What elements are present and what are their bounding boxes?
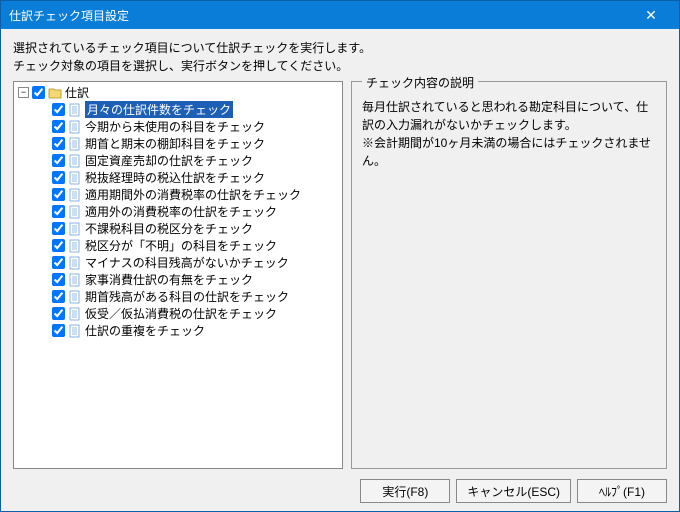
button-row: 実行(F8) キャンセル(ESC) ﾍﾙﾌﾟ(F1) bbox=[13, 469, 667, 503]
item-label[interactable]: 税区分が「不明」の科目をチェック bbox=[85, 237, 277, 254]
file-icon bbox=[68, 307, 82, 321]
tree-item[interactable]: 今期から未使用の科目をチェック bbox=[52, 118, 342, 135]
dialog-window: 仕訳チェック項目設定 ✕ 選択されているチェック項目について仕訳チェックを実行し… bbox=[0, 0, 680, 512]
item-checkbox[interactable] bbox=[52, 273, 65, 286]
item-label[interactable]: 仕訳の重複をチェック bbox=[85, 322, 205, 339]
item-label[interactable]: 適用期間外の消費税率の仕訳をチェック bbox=[85, 186, 301, 203]
item-checkbox[interactable] bbox=[52, 256, 65, 269]
tree-item[interactable]: 適用外の消費税率の仕訳をチェック bbox=[52, 203, 342, 220]
item-checkbox[interactable] bbox=[52, 137, 65, 150]
cancel-button[interactable]: キャンセル(ESC) bbox=[456, 479, 571, 503]
tree-item[interactable]: 家事消費仕訳の有無をチェック bbox=[52, 271, 342, 288]
file-icon bbox=[68, 137, 82, 151]
tree-item[interactable]: 期首と期末の棚卸科目をチェック bbox=[52, 135, 342, 152]
item-label[interactable]: 不課税科目の税区分をチェック bbox=[85, 220, 253, 237]
tree-item[interactable]: 仕訳の重複をチェック bbox=[52, 322, 342, 339]
dialog-body: 選択されているチェック項目について仕訳チェックを実行します。 チェック対象の項目… bbox=[1, 29, 679, 511]
item-label[interactable]: 期首残高がある科目の仕訳をチェック bbox=[85, 288, 289, 305]
item-label[interactable]: 今期から未使用の科目をチェック bbox=[85, 118, 265, 135]
tree-item[interactable]: 月々の仕訳件数をチェック bbox=[52, 101, 342, 118]
item-checkbox[interactable] bbox=[52, 103, 65, 116]
description-line-2: チェック対象の項目を選択し、実行ボタンを押してください。 bbox=[13, 57, 667, 75]
item-checkbox[interactable] bbox=[52, 205, 65, 218]
explanation-text: 毎月仕訳されていると思われる勘定科目について、仕訳の入力漏れがないかチェックしま… bbox=[362, 98, 656, 170]
folder-icon bbox=[48, 86, 62, 100]
check-item-tree[interactable]: − 仕訳 月々の仕訳件数をチェック今期から未使用の科目をチェック期首と期末の棚卸… bbox=[13, 81, 343, 469]
tree-item[interactable]: 固定資産売却の仕訳をチェック bbox=[52, 152, 342, 169]
file-icon bbox=[68, 171, 82, 185]
file-icon bbox=[68, 290, 82, 304]
help-button[interactable]: ﾍﾙﾌﾟ(F1) bbox=[577, 479, 667, 503]
description: 選択されているチェック項目について仕訳チェックを実行します。 チェック対象の項目… bbox=[13, 39, 667, 75]
item-label[interactable]: 月々の仕訳件数をチェック bbox=[85, 101, 233, 118]
file-icon bbox=[68, 120, 82, 134]
root-label[interactable]: 仕訳 bbox=[65, 84, 89, 101]
file-icon bbox=[68, 103, 82, 117]
item-checkbox[interactable] bbox=[52, 239, 65, 252]
item-checkbox[interactable] bbox=[52, 222, 65, 235]
item-label[interactable]: 仮受／仮払消費税の仕訳をチェック bbox=[85, 305, 277, 322]
tree-item[interactable]: 税抜経理時の税込仕訳をチェック bbox=[52, 169, 342, 186]
tree-item[interactable]: 仮受／仮払消費税の仕訳をチェック bbox=[52, 305, 342, 322]
item-label[interactable]: 適用外の消費税率の仕訳をチェック bbox=[85, 203, 277, 220]
item-checkbox[interactable] bbox=[52, 120, 65, 133]
file-icon bbox=[68, 188, 82, 202]
file-icon bbox=[68, 273, 82, 287]
file-icon bbox=[68, 205, 82, 219]
window-title: 仕訳チェック項目設定 bbox=[9, 7, 129, 24]
file-icon bbox=[68, 256, 82, 270]
close-icon: ✕ bbox=[645, 7, 657, 24]
main-row: − 仕訳 月々の仕訳件数をチェック今期から未使用の科目をチェック期首と期末の棚卸… bbox=[13, 81, 667, 469]
expand-toggle-icon[interactable]: − bbox=[18, 87, 29, 98]
tree-item[interactable]: 税区分が「不明」の科目をチェック bbox=[52, 237, 342, 254]
titlebar: 仕訳チェック項目設定 ✕ bbox=[1, 1, 679, 29]
file-icon bbox=[68, 239, 82, 253]
explanation-line-2: ※会計期間が10ヶ月未満の場合にはチェックされません。 bbox=[362, 134, 656, 170]
explanation-line-1: 毎月仕訳されていると思われる勘定科目について、仕訳の入力漏れがないかチェックしま… bbox=[362, 98, 656, 134]
tree-item[interactable]: マイナスの科目残高がないかチェック bbox=[52, 254, 342, 271]
root-checkbox[interactable] bbox=[32, 86, 45, 99]
item-label[interactable]: 固定資産売却の仕訳をチェック bbox=[85, 152, 253, 169]
item-checkbox[interactable] bbox=[52, 307, 65, 320]
file-icon bbox=[68, 154, 82, 168]
tree-item[interactable]: 適用期間外の消費税率の仕訳をチェック bbox=[52, 186, 342, 203]
description-line-1: 選択されているチェック項目について仕訳チェックを実行します。 bbox=[13, 39, 667, 57]
explanation-fieldset: チェック内容の説明 毎月仕訳されていると思われる勘定科目について、仕訳の入力漏れ… bbox=[351, 81, 667, 469]
tree-children: 月々の仕訳件数をチェック今期から未使用の科目をチェック期首と期末の棚卸科目をチェ… bbox=[18, 101, 342, 339]
item-checkbox[interactable] bbox=[52, 171, 65, 184]
item-checkbox[interactable] bbox=[52, 324, 65, 337]
item-checkbox[interactable] bbox=[52, 290, 65, 303]
tree-item[interactable]: 不課税科目の税区分をチェック bbox=[52, 220, 342, 237]
tree-item[interactable]: 期首残高がある科目の仕訳をチェック bbox=[52, 288, 342, 305]
tree-root-node[interactable]: − 仕訳 bbox=[18, 84, 342, 101]
explanation-legend: チェック内容の説明 bbox=[362, 74, 478, 91]
close-button[interactable]: ✕ bbox=[631, 1, 671, 29]
file-icon bbox=[68, 222, 82, 236]
item-label[interactable]: マイナスの科目残高がないかチェック bbox=[85, 254, 289, 271]
explanation-panel: チェック内容の説明 毎月仕訳されていると思われる勘定科目について、仕訳の入力漏れ… bbox=[351, 81, 667, 469]
item-label[interactable]: 税抜経理時の税込仕訳をチェック bbox=[85, 169, 265, 186]
tree-root: − 仕訳 月々の仕訳件数をチェック今期から未使用の科目をチェック期首と期末の棚卸… bbox=[14, 84, 342, 339]
item-checkbox[interactable] bbox=[52, 188, 65, 201]
item-label[interactable]: 期首と期末の棚卸科目をチェック bbox=[85, 135, 265, 152]
file-icon bbox=[68, 324, 82, 338]
item-checkbox[interactable] bbox=[52, 154, 65, 167]
item-label[interactable]: 家事消費仕訳の有無をチェック bbox=[85, 271, 253, 288]
run-button[interactable]: 実行(F8) bbox=[360, 479, 450, 503]
